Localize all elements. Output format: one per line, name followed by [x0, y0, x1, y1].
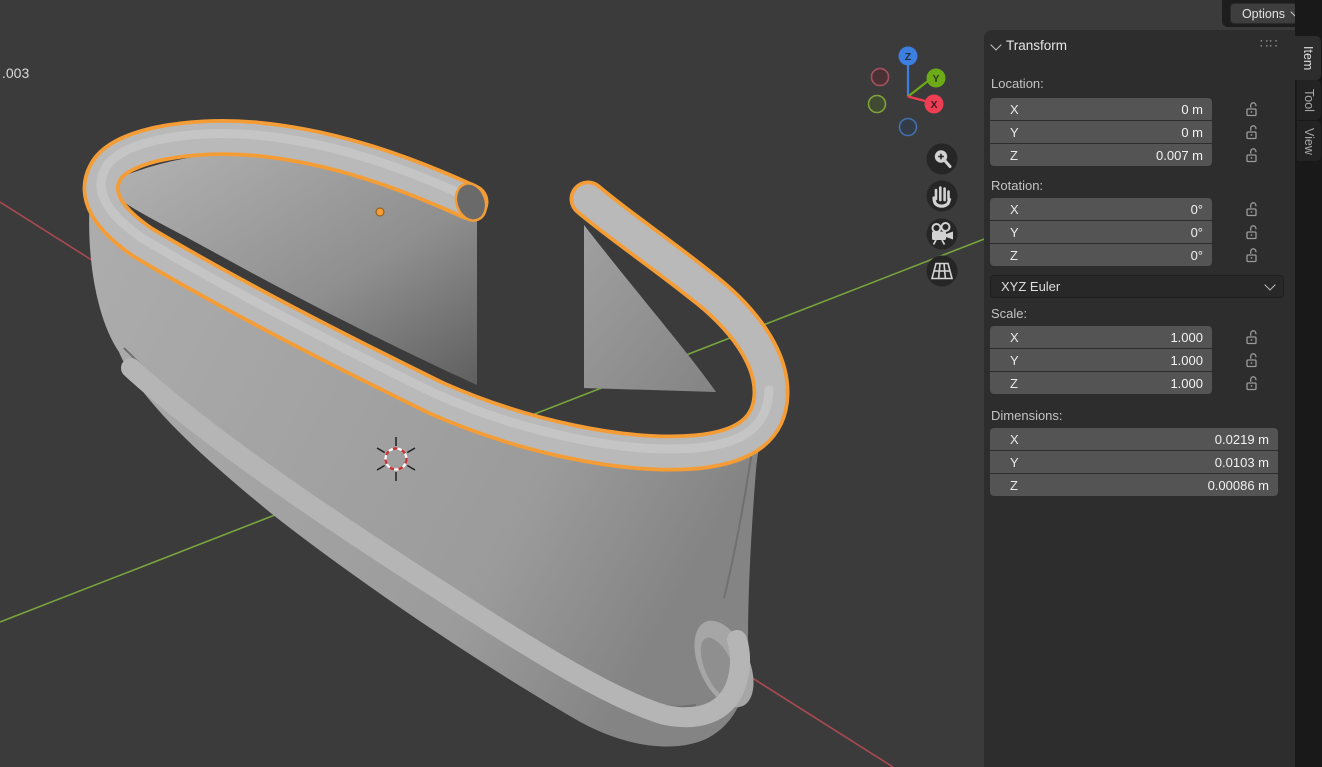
axis-value: 1.000	[1170, 353, 1203, 368]
axis-label: Z	[1010, 376, 1018, 391]
dimensions-y-field[interactable]: Y 0.0103 m	[990, 451, 1278, 473]
axis-label: Z	[1010, 248, 1018, 263]
unlock-icon	[1244, 125, 1259, 140]
axis-label: X	[1010, 330, 1019, 345]
transform-panel: Transform ∷∷ Location: X 0 m Y 0 m Z 0.0…	[984, 30, 1295, 767]
tab-item[interactable]: Item	[1295, 36, 1321, 80]
tab-item-label: Item	[1301, 46, 1315, 70]
unlock-icon	[1244, 225, 1259, 240]
active-object-name: .003	[2, 65, 29, 81]
unlock-icon	[1244, 248, 1259, 263]
unlock-icon	[1244, 202, 1259, 217]
clip-gap	[477, 176, 585, 388]
options-label: Options	[1242, 7, 1285, 21]
tab-tool[interactable]: Tool	[1297, 80, 1321, 120]
axis-label: X	[1010, 432, 1019, 447]
tab-view-label: View	[1302, 128, 1316, 155]
location-y-lock-button[interactable]	[1240, 121, 1262, 143]
pan-hand-button[interactable]	[927, 181, 958, 212]
rotation-x-lock-button[interactable]	[1240, 198, 1262, 220]
axis-label: Z	[1010, 478, 1018, 493]
scale-label: Scale:	[991, 306, 1027, 321]
tab-view[interactable]: View	[1297, 121, 1321, 161]
scale-z-lock-button[interactable]	[1240, 372, 1262, 394]
zoom-button[interactable]	[927, 144, 958, 175]
chevron-down-icon	[1264, 279, 1275, 290]
axis-label: Z	[1010, 148, 1018, 163]
axis-value: 0°	[1191, 248, 1203, 263]
axis-value: 0 m	[1181, 102, 1203, 117]
location-x-lock-button[interactable]	[1240, 98, 1262, 120]
location-x-field[interactable]: X 0 m	[990, 98, 1212, 120]
scale-x-lock-button[interactable]	[1240, 326, 1262, 348]
chevron-down-icon	[990, 39, 1001, 50]
axis-value: 0°	[1191, 202, 1203, 217]
panel-drag-handle[interactable]: ∷∷	[1260, 36, 1279, 52]
axis-label: Y	[1010, 125, 1019, 140]
gizmo-y-ball[interactable]: Y	[927, 69, 946, 88]
gizmo-minus-x-ball[interactable]	[872, 69, 889, 86]
rotation-y-field[interactable]: Y 0°	[990, 221, 1212, 243]
axis-value: 1.000	[1170, 376, 1203, 391]
unlock-icon	[1244, 148, 1259, 163]
gizmo-y-label: Y	[932, 73, 939, 85]
scale-y-lock-button[interactable]	[1240, 349, 1262, 371]
scale-z-field[interactable]: Z 1.000	[990, 372, 1212, 394]
axis-value: 0.0219 m	[1215, 432, 1269, 447]
location-z-lock-button[interactable]	[1240, 144, 1262, 166]
object-origin-dot	[376, 208, 384, 216]
axis-label: Y	[1010, 225, 1019, 240]
axis-label: X	[1010, 102, 1019, 117]
panel-title: Transform	[1006, 38, 1067, 53]
scale-x-field[interactable]: X 1.000	[990, 326, 1212, 348]
axis-value: 0°	[1191, 225, 1203, 240]
axis-value: 0.007 m	[1156, 148, 1203, 163]
grid-ortho-button[interactable]	[927, 256, 958, 287]
camera-view-button[interactable]	[927, 219, 958, 250]
unlock-icon	[1244, 330, 1259, 345]
axis-value: 0.0103 m	[1215, 455, 1269, 470]
axis-label: X	[1010, 202, 1019, 217]
axis-value: 0 m	[1181, 125, 1203, 140]
unlock-icon	[1244, 353, 1259, 368]
dimensions-z-field[interactable]: Z 0.00086 m	[990, 474, 1278, 496]
sidebar-tab-column: Item Tool View	[1295, 0, 1322, 767]
dimensions-x-field[interactable]: X 0.0219 m	[990, 428, 1278, 450]
scale-y-field[interactable]: Y 1.000	[990, 349, 1212, 371]
gizmo-x-ball[interactable]: X	[925, 95, 944, 114]
gizmo-x-label: X	[930, 99, 937, 111]
rotation-label: Rotation:	[991, 178, 1043, 193]
axis-value: 1.000	[1170, 330, 1203, 345]
axis-label: Y	[1010, 455, 1019, 470]
gizmo-minus-z-ball[interactable]	[900, 119, 917, 136]
rotation-z-field[interactable]: Z 0°	[990, 244, 1212, 266]
unlock-icon	[1244, 102, 1259, 117]
gizmo-minus-y-ball[interactable]	[869, 96, 886, 113]
rotation-mode-dropdown[interactable]: XYZ Euler	[990, 275, 1284, 298]
rotation-z-lock-button[interactable]	[1240, 244, 1262, 266]
location-z-field[interactable]: Z 0.007 m	[990, 144, 1212, 166]
rotation-x-field[interactable]: X 0°	[990, 198, 1212, 220]
unlock-icon	[1244, 376, 1259, 391]
tab-tool-label: Tool	[1302, 89, 1316, 112]
rotation-y-lock-button[interactable]	[1240, 221, 1262, 243]
dimensions-label: Dimensions:	[991, 408, 1063, 423]
gizmo-z-ball[interactable]: Z	[899, 47, 918, 66]
axis-label: Y	[1010, 353, 1019, 368]
transform-panel-header[interactable]: Transform	[992, 38, 1067, 53]
blender-3d-viewport-window: Z Y X	[0, 0, 1322, 767]
gizmo-z-label: Z	[905, 51, 912, 63]
rotation-mode-value: XYZ Euler	[1001, 279, 1060, 294]
location-label: Location:	[991, 76, 1044, 91]
axis-value: 0.00086 m	[1208, 478, 1269, 493]
location-y-field[interactable]: Y 0 m	[990, 121, 1212, 143]
